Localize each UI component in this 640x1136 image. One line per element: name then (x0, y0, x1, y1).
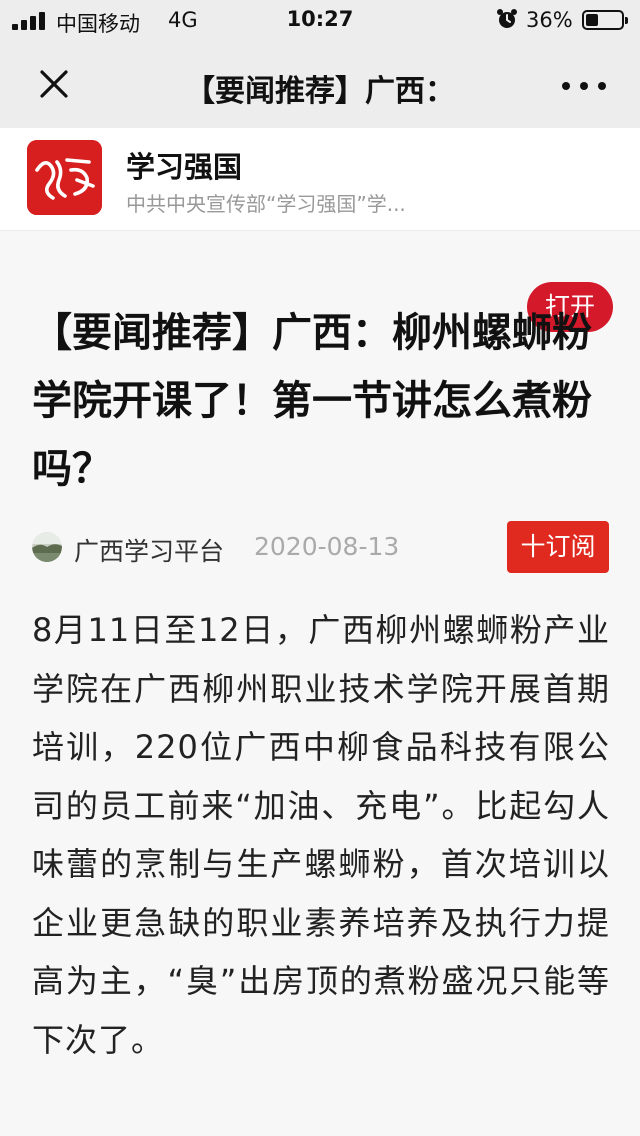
status-bar: 中国移动 4G 10:27 36% (0, 0, 640, 42)
page-title: 【要闻推荐】广西： (185, 74, 455, 109)
article: 【要闻推荐】广西：柳州螺蛳粉学院开课了！第一节讲怎么煮粉吗？ 广西学习平台 20… (0, 231, 640, 1136)
article-meta: 广西学习平台 2020-08-13 十订阅 (32, 521, 612, 573)
battery-percent: 36% (526, 8, 573, 32)
avatar[interactable] (32, 532, 62, 562)
nav-bar: 【要闻推荐】广西： (0, 42, 640, 128)
subscribe-button[interactable]: 十订阅 (507, 521, 609, 573)
alarm-clock-icon (497, 9, 517, 28)
close-icon[interactable] (34, 64, 74, 104)
battery-fill (586, 14, 598, 26)
app-description: 中共中央宣传部“学习强国”学... (126, 192, 406, 216)
app-banner[interactable]: 学习强国 中共中央宣传部“学习强国”学... 打开 (0, 128, 640, 332)
publish-date: 2020-08-13 (254, 532, 400, 561)
app-name: 学习强国 (126, 150, 243, 184)
article-body: 8月11日至12日，广西柳州螺蛳粉产业学院在广西柳州职业技术学院开展首期培训，2… (32, 611, 610, 1059)
source-name[interactable]: 广西学习平台 (74, 532, 224, 568)
more-icon[interactable] (562, 80, 606, 92)
battery-icon (582, 10, 628, 30)
xuexi-logo (27, 140, 102, 215)
article-headline: 【要闻推荐】广西：柳州螺蛳粉学院开课了！第一节讲怎么煮粉吗？ (32, 310, 592, 492)
